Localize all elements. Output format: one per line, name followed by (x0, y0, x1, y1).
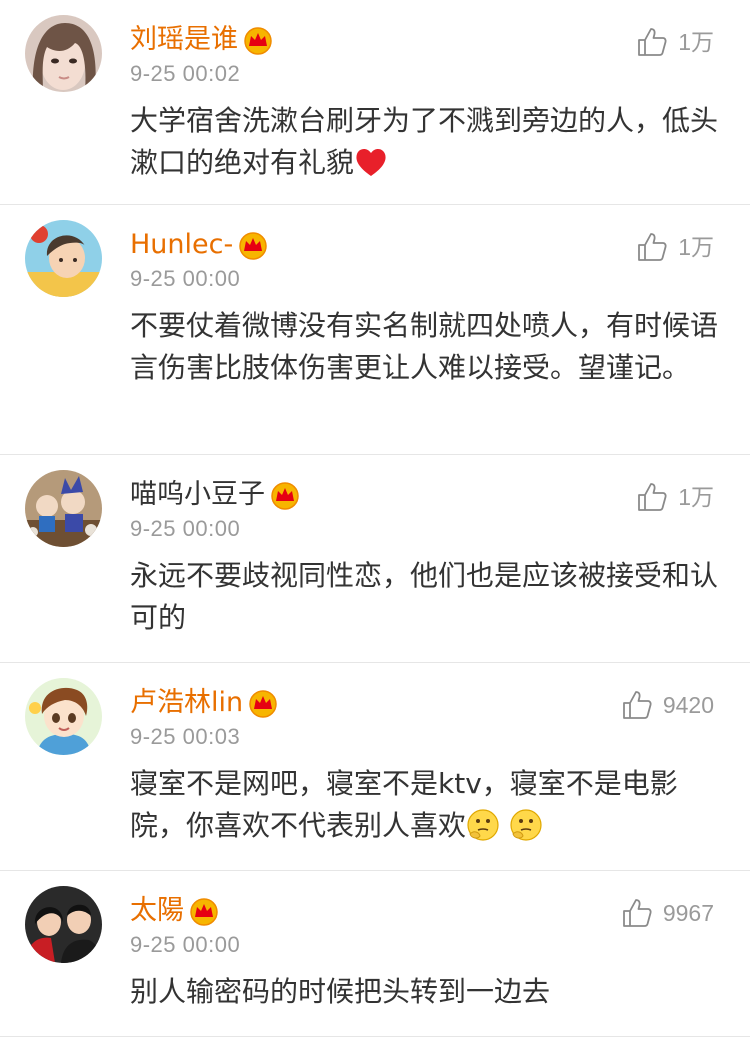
like-button[interactable]: 1万 (636, 24, 714, 60)
avatar[interactable] (25, 470, 102, 547)
like-button[interactable]: 9967 (621, 895, 714, 931)
comment-text: 永远不要歧视同性恋，他们也是应该被接受和认可的 (130, 555, 720, 639)
thumbs-up-icon (636, 231, 668, 263)
comment-text: 大学宿舍洗漱台刷牙为了不溅到旁边的人，低头漱口的绝对有礼貌 (130, 100, 720, 184)
vip-crown-icon (247, 688, 279, 718)
username-row: 卢浩林lin (130, 685, 279, 721)
like-button[interactable]: 1万 (636, 479, 714, 515)
thumbs-up-icon (621, 897, 653, 929)
like-count: 9420 (662, 692, 714, 718)
username[interactable]: 太陽 (130, 893, 184, 929)
vip-crown-icon (188, 896, 220, 926)
comment-text: 寝室不是网吧，寝室不是ktv，寝室不是电影院，你喜欢不代表别人喜欢 (130, 763, 720, 847)
username[interactable]: Hunlec- (130, 227, 233, 263)
like-count: 1万 (678, 484, 714, 510)
comment-item: 喵呜小豆子 9-25 00:00 1万 永远不要歧视同性恋，他们也是应该被接受和… (0, 455, 750, 663)
vip-crown-icon (237, 230, 269, 260)
thumbs-up-icon (636, 26, 668, 58)
like-count: 1万 (678, 234, 714, 260)
avatar[interactable] (25, 886, 102, 963)
like-button[interactable]: 1万 (636, 229, 714, 265)
like-count: 9967 (662, 900, 714, 926)
comment-item: Hunlec- 9-25 00:00 1万 不要仗着微博没有实名制就四处喷人，有… (0, 205, 750, 455)
comment-time: 9-25 00:02 (130, 61, 241, 86)
comment-time: 9-25 00:00 (130, 516, 241, 541)
thumbs-up-icon (636, 481, 668, 513)
avatar[interactable] (25, 220, 102, 297)
comment-time: 9-25 00:00 (130, 932, 241, 957)
thumbs-up-icon (621, 689, 653, 721)
comment-item: 刘瑶是谁 9-25 00:02 1万 大学宿舍洗漱台刷牙为了不溅到旁边的人，低头… (0, 0, 750, 205)
thinking-face-icon (509, 808, 543, 842)
comment-body: 寝室不是网吧，寝室不是ktv，寝室不是电影院，你喜欢不代表别人喜欢 (130, 767, 678, 842)
username[interactable]: 卢浩林lin (130, 685, 243, 721)
like-button[interactable]: 9420 (621, 687, 714, 723)
comment-time: 9-25 00:03 (130, 724, 241, 749)
username-row: 太陽 (130, 893, 220, 929)
comment-body: 不要仗着微博没有实名制就四处喷人，有时候语言伤害比肢体伤害更让人难以接受。望谨记… (130, 309, 719, 384)
comment-body: 大学宿舍洗漱台刷牙为了不溅到旁边的人，低头漱口的绝对有礼貌 (130, 104, 719, 179)
username-row: 刘瑶是谁 (130, 22, 274, 58)
username-row: Hunlec- (130, 227, 269, 263)
comment-text: 别人输密码的时候把头转到一边去 (130, 971, 720, 1013)
vip-crown-icon (242, 25, 274, 55)
thinking-face-icon (466, 808, 500, 842)
vip-crown-icon (269, 480, 301, 510)
like-count: 1万 (678, 29, 714, 55)
avatar[interactable] (25, 15, 102, 92)
username[interactable]: 喵呜小豆子 (130, 477, 265, 513)
red-heart-icon (354, 145, 388, 179)
comment-item: 太陽 9-25 00:00 9967 别人输密码的时候把头转到一边去 (0, 871, 750, 1037)
comment-body: 别人输密码的时候把头转到一边去 (130, 975, 551, 1008)
avatar[interactable] (25, 678, 102, 755)
comment-item: 卢浩林lin 9-25 00:03 9420 寝室不是网吧，寝室不是ktv，寝室… (0, 663, 750, 871)
comment-time: 9-25 00:00 (130, 266, 241, 291)
comment-text: 不要仗着微博没有实名制就四处喷人，有时候语言伤害比肢体伤害更让人难以接受。望谨记… (130, 305, 720, 389)
username-row: 喵呜小豆子 (130, 477, 301, 513)
comment-body: 永远不要歧视同性恋，他们也是应该被接受和认可的 (130, 559, 719, 634)
username[interactable]: 刘瑶是谁 (130, 22, 238, 58)
